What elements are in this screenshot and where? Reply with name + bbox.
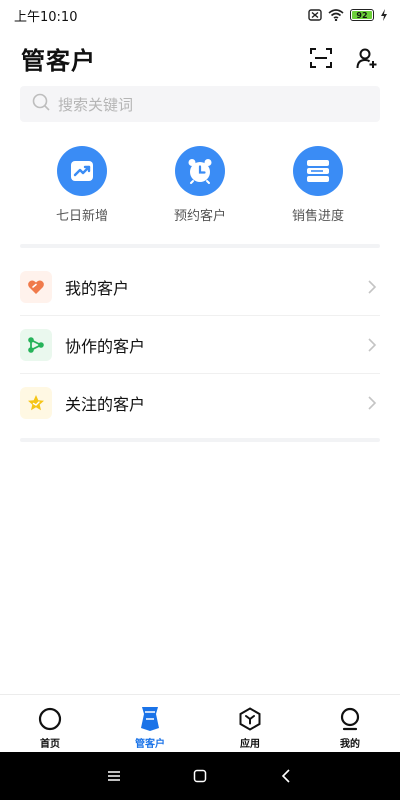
profile-icon (337, 706, 363, 732)
chevron-right-icon (364, 279, 380, 295)
status-icons: 92 (308, 6, 388, 25)
nav-tab-home[interactable]: 首页 (0, 695, 100, 752)
nav-tab-apps[interactable]: 应用 (200, 695, 300, 752)
charging-icon (380, 6, 388, 25)
chevron-right-icon (364, 395, 380, 411)
quick-actions: 七日新增 预约客户 销售进度 (20, 146, 380, 226)
page-title: 管客户 (21, 46, 96, 75)
heart-tag-icon (20, 270, 52, 303)
list-item-my-customers[interactable]: 我的客户 (20, 258, 380, 316)
search-input[interactable]: 搜索关键词 (20, 86, 380, 122)
add-customer-button[interactable] (354, 45, 380, 71)
hexagon-apps-icon (237, 706, 263, 732)
quick-action-label: 销售进度 (291, 209, 344, 224)
wifi-icon (328, 6, 344, 25)
search-icon (32, 93, 50, 115)
section-divider (20, 244, 380, 248)
share-nodes-icon (20, 328, 52, 361)
search-placeholder: 搜索关键词 (58, 95, 134, 114)
home-circle-icon (37, 706, 63, 732)
nav-label: 应用 (240, 739, 260, 750)
menu-icon (108, 771, 120, 781)
system-nav-bar (0, 752, 400, 800)
battery-level: 92 (356, 10, 368, 20)
star-icon (20, 387, 52, 419)
layers-icon (293, 146, 343, 196)
list-item-label: 我的客户 (65, 278, 130, 298)
nav-tab-mine[interactable]: 我的 (300, 695, 400, 752)
trend-chart-icon (57, 146, 107, 196)
customer-list: 我的客户 协作的客户 关注的客户 (20, 258, 380, 432)
alarm-clock-icon (175, 146, 225, 196)
add-user-icon (356, 48, 377, 69)
status-time: 上午10:10 (14, 9, 78, 25)
nav-label: 首页 (40, 739, 60, 750)
nav-label: 我的 (340, 739, 360, 750)
menu-button[interactable] (104, 766, 124, 786)
scan-button[interactable] (308, 45, 334, 71)
list-item-collaborative-customers[interactable]: 协作的客户 (20, 316, 380, 374)
quick-action-label: 预约客户 (173, 209, 226, 224)
quick-action-label: 七日新增 (55, 209, 108, 224)
sim-off-icon (308, 6, 322, 25)
customer-badge-icon (137, 706, 163, 732)
bottom-nav: 首页 管客户 应用 我的 (0, 694, 400, 752)
chevron-right-icon (364, 337, 380, 353)
back-icon (281, 769, 290, 783)
header: 管客户 (0, 36, 400, 80)
quick-action-appointment[interactable]: 预约客户 (159, 146, 241, 226)
list-item-label: 协作的客户 (65, 336, 146, 356)
home-button[interactable] (190, 766, 210, 786)
section-divider (20, 438, 380, 442)
status-bar: 上午10:10 92 (0, 0, 400, 30)
header-actions (308, 45, 380, 71)
quick-action-sales-progress[interactable]: 销售进度 (277, 146, 359, 226)
nav-tab-manage-customers[interactable]: 管客户 (100, 695, 200, 752)
scan-icon (310, 48, 332, 68)
list-item-label: 关注的客户 (65, 395, 146, 414)
nav-label: 管客户 (135, 739, 165, 750)
list-item-followed-customers[interactable]: 关注的客户 (20, 374, 380, 432)
quick-action-seven-day-new[interactable]: 七日新增 (41, 146, 123, 226)
square-home-icon (193, 769, 207, 783)
back-button[interactable] (276, 766, 296, 786)
battery-indicator: 92 (350, 9, 374, 21)
